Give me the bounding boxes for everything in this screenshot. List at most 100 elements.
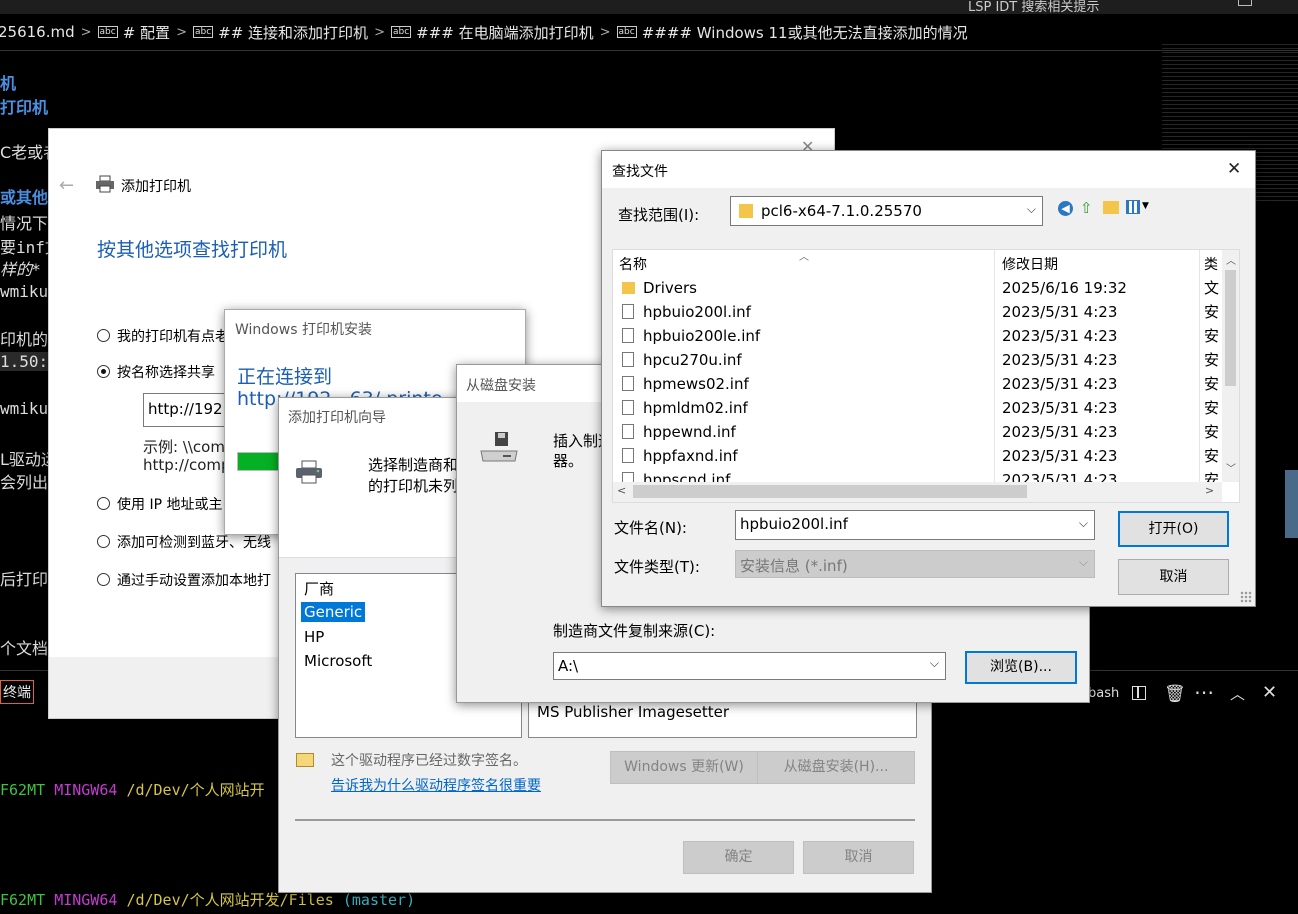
certificate-icon	[296, 753, 314, 767]
open-button[interactable]: 打开(O)	[1118, 511, 1229, 547]
file-name: hpbuio200l.inf	[643, 303, 751, 321]
breadcrumb-h2[interactable]: ## 连接和添加打印机	[218, 22, 368, 43]
printer-item[interactable]: MS Publisher Imagesetter	[537, 703, 729, 721]
editor-top-strip	[0, 0, 1298, 14]
copy-from-label: 制造商文件复制来源(C):	[553, 622, 716, 640]
file-row[interactable]: hppfaxnd.inf 2023/5/31 4:23 安	[613, 444, 1222, 468]
editor-status-text: LSP IDT 搜索相关提示	[968, 0, 1100, 15]
file-name: hppfaxnd.inf	[643, 447, 738, 465]
manufacturer-header[interactable]: 厂商	[304, 578, 334, 599]
copy-from-value: A:\	[558, 657, 579, 675]
printer-icon	[95, 175, 115, 193]
inf-file-icon	[622, 472, 634, 482]
filename-input[interactable]: hpbuio200l.inf ⌵	[735, 510, 1095, 540]
dialog-title: 查找文件	[612, 164, 668, 180]
heading-icon: abc	[97, 26, 118, 38]
close-panel-icon[interactable]: ✕	[1262, 682, 1277, 703]
more-icon[interactable]: ⋯	[1194, 680, 1214, 704]
file-row[interactable]: Drivers 2025/6/16 19:32 文	[613, 276, 1222, 300]
disk-desc-2: 器。	[553, 452, 584, 470]
browse-button[interactable]: 浏览(B)...	[965, 651, 1077, 684]
file-type: 安	[1204, 423, 1220, 441]
filetype-combo[interactable]: 安装信息 (*.inf) ⌵	[735, 550, 1095, 578]
file-name: hpmldm02.inf	[643, 399, 748, 417]
split-terminal-icon[interactable]	[1132, 686, 1146, 700]
lookin-label: 查找范围(I):	[618, 206, 700, 224]
cancel-button[interactable]: 取消	[803, 841, 914, 874]
breadcrumb-h1[interactable]: # 配置	[123, 22, 170, 43]
window-restore-icon[interactable]	[1238, 0, 1252, 6]
chevron-down-icon[interactable]: ⌵	[1079, 555, 1088, 570]
close-icon[interactable]: ✕	[1227, 159, 1241, 179]
file-row[interactable]: hpcu270u.inf 2023/5/31 4:23 安	[613, 348, 1222, 372]
up-folder-icon[interactable]: ⇧	[1080, 199, 1093, 217]
signature-link[interactable]: 告诉我为什么驱动程序签名很重要	[331, 775, 541, 795]
file-type: 安	[1204, 471, 1220, 482]
new-folder-icon[interactable]	[1103, 201, 1119, 214]
folder-icon	[739, 204, 753, 218]
file-row[interactable]: hppscnd.inf 2023/5/31 4:23 安	[613, 468, 1222, 482]
lookin-combo[interactable]: pcl6-x64-7.1.0.25570 ⌵	[730, 196, 1043, 226]
horizontal-scrollbar[interactable]: < >	[613, 482, 1222, 502]
file-name: hpmews02.inf	[643, 375, 749, 393]
resize-grip[interactable]	[1240, 591, 1252, 603]
file-row[interactable]: hpbuio200l.inf 2023/5/31 4:23 安	[613, 300, 1222, 324]
view-menu-icon[interactable]	[1126, 200, 1140, 214]
divider	[295, 819, 915, 821]
chevron-down-icon[interactable]: ⌵	[1079, 516, 1088, 531]
editor-text: 机	[0, 74, 17, 93]
manufacturer-item[interactable]: Generic	[301, 602, 366, 622]
back-arrow-icon[interactable]: ←	[59, 175, 74, 196]
vertical-scrollbar[interactable]: ︿ ﹀	[1222, 250, 1239, 482]
column-name[interactable]: 名称	[619, 254, 647, 274]
scroll-thumb[interactable]	[633, 485, 1027, 498]
manufacturer-item[interactable]: HP	[304, 628, 324, 646]
column-date[interactable]: 修改日期	[1002, 254, 1058, 274]
breadcrumb-h4[interactable]: #### Windows 11或其他无法直接添加的情况	[642, 22, 968, 43]
example-text-2: http://comp	[143, 456, 231, 474]
chevron-down-icon[interactable]: ▼	[1142, 201, 1149, 211]
file-row[interactable]: hpmews02.inf 2023/5/31 4:23 安	[613, 372, 1222, 396]
inf-file-icon	[622, 400, 634, 415]
terminal-tab[interactable]: 终端	[0, 680, 34, 704]
have-disk-button[interactable]: 从磁盘安装(H)...	[757, 751, 915, 784]
back-icon[interactable]: ◀	[1058, 201, 1073, 216]
breadcrumb-h3[interactable]: ### 在电脑端添加打印机	[416, 22, 593, 43]
file-row[interactable]: hpbuio200le.inf 2023/5/31 4:23 安	[613, 324, 1222, 348]
copy-from-combo[interactable]: A:\ ⌵	[553, 652, 946, 680]
windows-update-button[interactable]: Windows 更新(W)	[610, 751, 758, 784]
terminal-prompt-1: F62MT MINGW64 /d/Dev/个人网站开	[0, 781, 265, 799]
file-type: 安	[1204, 375, 1220, 393]
breadcrumb-file[interactable]: 25616.md	[0, 23, 75, 41]
chevron-down-icon[interactable]: ⌵	[930, 656, 939, 671]
inf-file-icon	[622, 448, 634, 463]
editor-scrollbar[interactable]	[1285, 470, 1298, 538]
chevron-down-icon[interactable]: ⌵	[1027, 202, 1036, 217]
chevron-up-icon[interactable]: ︿	[1230, 683, 1245, 704]
filetype-value: 安装信息 (*.inf)	[740, 557, 848, 575]
trash-icon[interactable]: 🗑	[1164, 684, 1186, 704]
scroll-thumb[interactable]	[1225, 270, 1236, 386]
inf-file-icon	[622, 376, 634, 391]
file-date: 2023/5/31 4:23	[1002, 351, 1118, 369]
cancel-button[interactable]: 取消	[1118, 559, 1229, 595]
file-row[interactable]: hppewnd.inf 2023/5/31 4:23 安	[613, 420, 1222, 444]
signed-text: 这个驱动程序已经过数字签名。	[331, 753, 527, 769]
sort-arrow-icon: ︿	[799, 252, 809, 263]
editor-text: 样的*	[0, 260, 41, 279]
terminal-shell-label[interactable]: bash	[1088, 686, 1119, 701]
file-date: 2023/5/31 4:23	[1002, 303, 1118, 321]
dialog-title: 从磁盘安装	[466, 378, 536, 394]
wizard-desc-2: 的打印机未列	[368, 477, 459, 495]
ok-button[interactable]: 确定	[683, 841, 794, 874]
file-list[interactable]: 名称 ︿ 修改日期 类 Drivers 2025/6/16 19:32 文 hpbui…	[612, 249, 1240, 503]
manufacturer-item[interactable]: Microsoft	[304, 652, 372, 670]
window-title: 添加打印机	[121, 179, 191, 195]
column-type[interactable]: 类	[1204, 254, 1218, 274]
inf-file-icon	[622, 328, 634, 343]
inf-file-icon	[622, 304, 634, 319]
example-text-1: 示例: \\com	[143, 438, 225, 456]
file-date: 2023/5/31 4:23	[1002, 471, 1118, 482]
folder-icon	[622, 282, 635, 294]
file-row[interactable]: hpmldm02.inf 2023/5/31 4:23 安	[613, 396, 1222, 420]
